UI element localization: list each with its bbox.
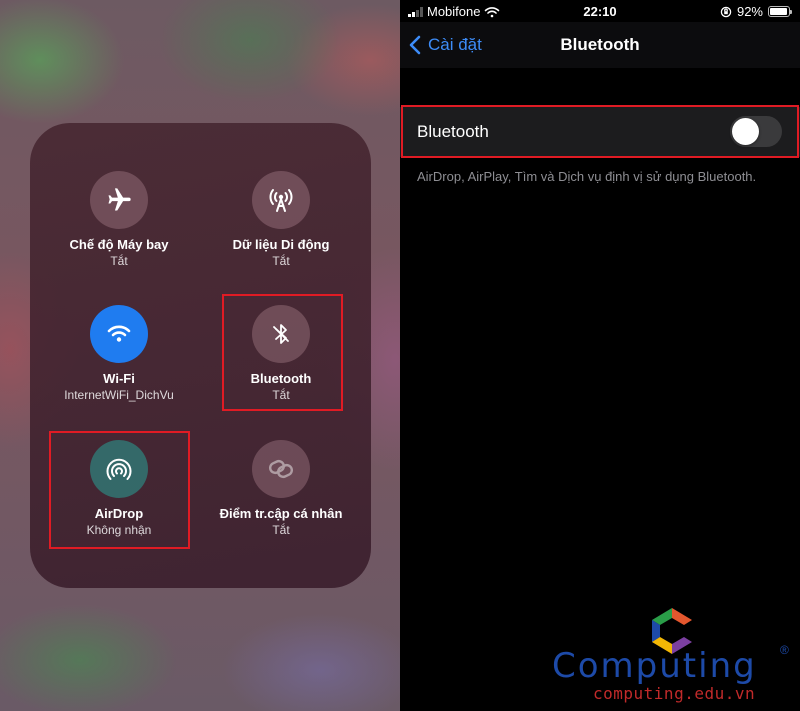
watermark-brand: Computing xyxy=(552,646,757,686)
cellular-antenna-icon xyxy=(269,189,293,212)
bluetooth-settings-screen: Mobifone 22:10 92% Cài đặt Bluetooth Blu… xyxy=(400,0,800,711)
bluetooth-row-highlight-box xyxy=(401,105,799,158)
tile-title: Chế độ Máy bay xyxy=(69,237,169,252)
bluetooth-footnote: AirDrop, AirPlay, Tìm và Dịch vụ định vị… xyxy=(417,169,757,184)
bluetooth-highlight-box xyxy=(222,294,343,411)
watermark-url: computing.edu.vn xyxy=(593,684,756,703)
tile-status: Tắt xyxy=(272,523,290,537)
tile-status: Tắt xyxy=(272,254,290,268)
orientation-lock-icon xyxy=(720,6,732,17)
cellular-data-tile[interactable]: Dữ liệu Di động Tắt xyxy=(196,171,366,269)
status-bar: Mobifone 22:10 92% xyxy=(400,0,800,22)
watermark-registered-mark: ® xyxy=(780,643,789,657)
tile-status: Tắt xyxy=(110,254,128,268)
status-bar-right: 92% xyxy=(720,4,792,19)
personal-hotspot-icon xyxy=(268,459,294,479)
battery-icon xyxy=(768,6,792,17)
tile-title: Dữ liệu Di động xyxy=(232,237,330,252)
airplane-icon xyxy=(108,188,131,211)
airdrop-highlight-box xyxy=(49,431,190,549)
page-title: Bluetooth xyxy=(560,35,640,54)
control-center-screen: Chế độ Máy bay Tắt Dữ liệu Di động Tắt W… xyxy=(0,0,400,711)
wifi-button[interactable] xyxy=(90,305,148,363)
battery-percentage: 92% xyxy=(736,4,763,19)
tile-status: InternetWiFi_DichVu xyxy=(64,388,174,402)
navigation-bar: Cài đặt Bluetooth xyxy=(400,22,800,68)
personal-hotspot-tile[interactable]: Điểm tr.cập cá nhân Tắt xyxy=(196,440,366,538)
wifi-tile[interactable]: Wi-Fi InternetWiFi_DichVu xyxy=(34,305,204,403)
airplane-mode-tile[interactable]: Chế độ Máy bay Tắt xyxy=(34,171,204,269)
cellular-data-button[interactable] xyxy=(252,171,310,229)
tile-title: Điểm tr.cập cá nhân xyxy=(219,506,343,521)
tile-title: Wi-Fi xyxy=(103,371,135,386)
wifi-icon xyxy=(107,325,131,342)
airplane-mode-button[interactable] xyxy=(90,171,148,229)
personal-hotspot-button[interactable] xyxy=(252,440,310,498)
